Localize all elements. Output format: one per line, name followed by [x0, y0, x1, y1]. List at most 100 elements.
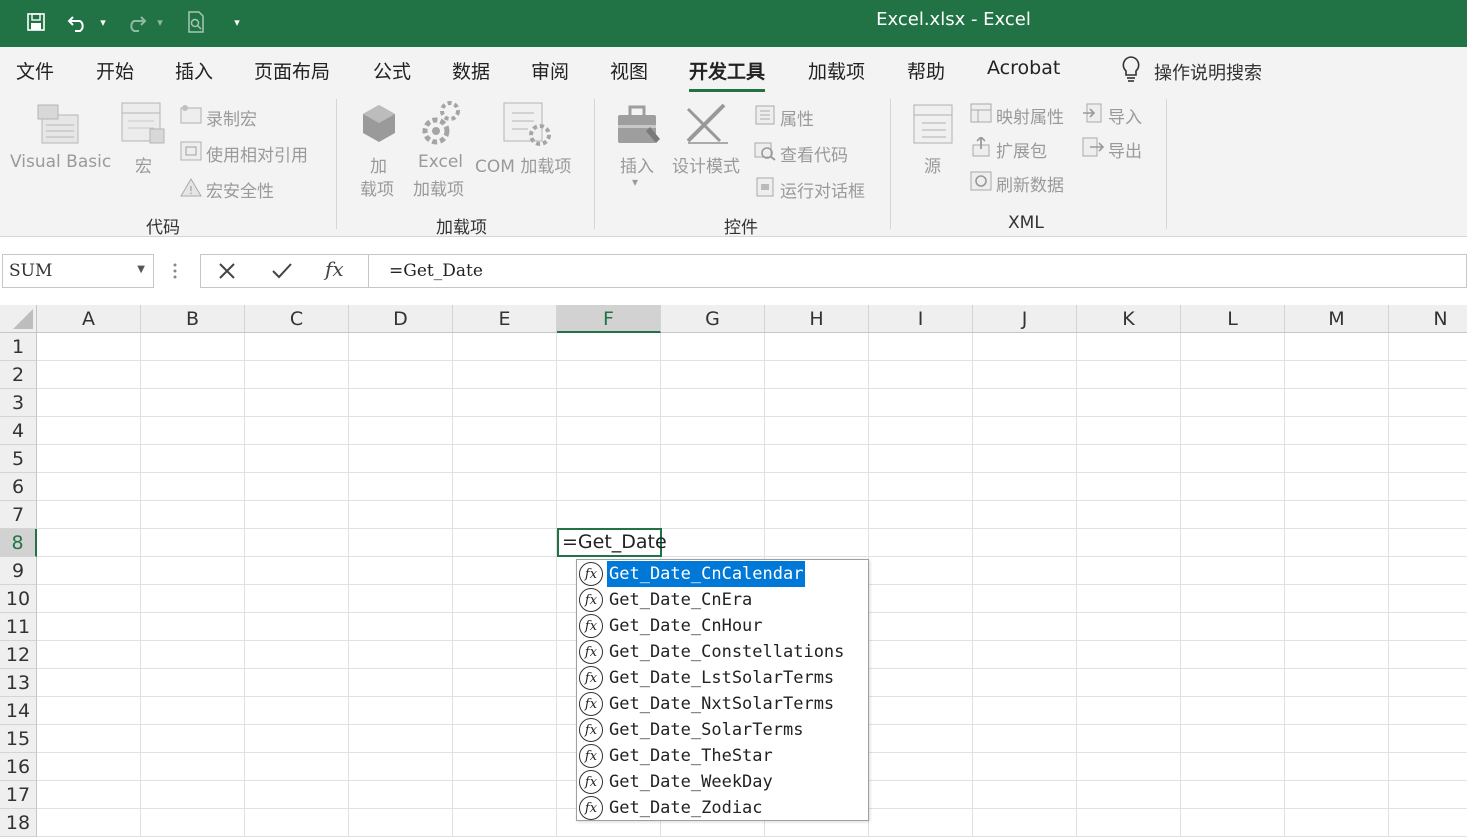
- run-dialog-button[interactable]: 运行对话框: [780, 177, 865, 202]
- ribbon-separator: [336, 99, 337, 229]
- tab-file[interactable]: 文件: [16, 57, 54, 84]
- function-autocomplete-list[interactable]: fx Get_Date_CnCalendar fx Get_Date_CnEra fx G…: [576, 559, 869, 821]
- tab-review[interactable]: 审阅: [531, 57, 569, 84]
- addins-button-line2[interactable]: 载项: [360, 175, 394, 200]
- column-header-j[interactable]: J: [973, 305, 1077, 333]
- autocomplete-item[interactable]: fx Get_Date_Zodiac: [579, 795, 868, 821]
- active-cell[interactable]: =Get_Date: [557, 528, 667, 557]
- insert-control-dropdown-icon[interactable]: ▾: [632, 175, 638, 189]
- visual-basic-button[interactable]: Visual Basic: [10, 152, 111, 172]
- warning-icon: !: [180, 177, 202, 201]
- import-icon: [1082, 103, 1104, 127]
- autocomplete-item[interactable]: fx Get_Date_WeekDay: [579, 769, 868, 795]
- row-header-13[interactable]: 13: [0, 669, 37, 697]
- tab-data[interactable]: 数据: [452, 57, 490, 84]
- refresh-data-icon: [970, 171, 992, 195]
- properties-button[interactable]: 属性: [780, 105, 814, 130]
- tab-view[interactable]: 视图: [610, 57, 648, 84]
- relative-reference-button[interactable]: 使用相对引用: [206, 141, 308, 166]
- row-header-7[interactable]: 7: [0, 501, 37, 529]
- row-header-18[interactable]: 18: [0, 809, 37, 837]
- row-header-15[interactable]: 15: [0, 725, 37, 753]
- cancel-icon[interactable]: [217, 261, 237, 285]
- export-button[interactable]: 导出: [1108, 137, 1142, 162]
- column-header-d[interactable]: D: [349, 305, 453, 333]
- macro-security-button[interactable]: 宏安全性: [206, 177, 274, 202]
- autocomplete-item-label: Get_Date_SolarTerms: [609, 720, 804, 740]
- worksheet-grid[interactable]: ABCDEFGHIJKLMN 1 2 3 4 5 6 7 8 9 10 11 12 13 14 15 16 17…: [0, 305, 1467, 837]
- formula-input[interactable]: =Get_Date: [368, 254, 1467, 288]
- expansion-packs-button[interactable]: 扩展包: [996, 137, 1047, 162]
- autocomplete-item[interactable]: fx Get_Date_CnCalendar: [579, 561, 868, 587]
- xml-source-button[interactable]: 源: [924, 152, 941, 177]
- name-box[interactable]: SUM ▼: [2, 254, 154, 288]
- autocomplete-item[interactable]: fx Get_Date_NxtSolarTerms: [579, 691, 868, 717]
- excel-addins-button-line2[interactable]: 加载项: [413, 175, 464, 200]
- window-title: Excel.xlsx - Excel: [876, 9, 1031, 30]
- autocomplete-item[interactable]: fx Get_Date_Constellations: [579, 639, 868, 665]
- formula-bar-grip-icon[interactable]: [172, 262, 178, 280]
- row-header-3[interactable]: 3: [0, 389, 37, 417]
- row-header-4[interactable]: 4: [0, 417, 37, 445]
- tab-formulas[interactable]: 公式: [373, 57, 411, 84]
- autocomplete-item[interactable]: fx Get_Date_SolarTerms: [579, 717, 868, 743]
- column-header-i[interactable]: I: [869, 305, 973, 333]
- addins-button-line1[interactable]: 加: [370, 152, 387, 177]
- column-header-a[interactable]: A: [37, 305, 141, 333]
- row-header-9[interactable]: 9: [0, 557, 37, 585]
- view-code-button[interactable]: 查看代码: [780, 141, 848, 166]
- map-properties-button[interactable]: 映射属性: [996, 103, 1064, 128]
- row-header-6[interactable]: 6: [0, 473, 37, 501]
- column-header-b[interactable]: B: [141, 305, 245, 333]
- record-macro-button[interactable]: 录制宏: [206, 105, 257, 130]
- design-mode-button[interactable]: 设计模式: [672, 152, 740, 177]
- grid-column-line: [452, 333, 453, 837]
- column-header-l[interactable]: L: [1181, 305, 1285, 333]
- row-header-5[interactable]: 5: [0, 445, 37, 473]
- row-header-14[interactable]: 14: [0, 697, 37, 725]
- column-header-g[interactable]: G: [661, 305, 765, 333]
- row-header-10[interactable]: 10: [0, 585, 37, 613]
- column-header-m[interactable]: M: [1285, 305, 1389, 333]
- insert-control-button[interactable]: 插入: [620, 152, 654, 177]
- refresh-data-button[interactable]: 刷新数据: [996, 171, 1064, 196]
- row-header-12[interactable]: 12: [0, 641, 37, 669]
- import-button[interactable]: 导入: [1108, 103, 1142, 128]
- group-label-code: 代码: [146, 218, 180, 238]
- tab-addins[interactable]: 加载项: [808, 57, 865, 84]
- column-header-c[interactable]: C: [245, 305, 349, 333]
- tab-home[interactable]: 开始: [96, 57, 134, 84]
- excel-addins-button-line1[interactable]: Excel: [418, 152, 463, 172]
- tab-page-layout[interactable]: 页面布局: [254, 57, 330, 84]
- select-all-button[interactable]: [0, 305, 37, 333]
- enter-check-icon[interactable]: [271, 261, 293, 285]
- row-header-8[interactable]: 8: [0, 529, 37, 557]
- autocomplete-item[interactable]: fx Get_Date_CnHour: [579, 613, 868, 639]
- column-header-h[interactable]: H: [765, 305, 869, 333]
- com-addins-button[interactable]: COM 加载项: [475, 152, 571, 177]
- formula-buttons: fx: [200, 254, 368, 288]
- insert-function-icon[interactable]: fx: [325, 257, 344, 281]
- autocomplete-item[interactable]: fx Get_Date_LstSolarTerms: [579, 665, 868, 691]
- column-header-n[interactable]: N: [1389, 305, 1467, 333]
- row-header-17[interactable]: 17: [0, 781, 37, 809]
- row-header-16[interactable]: 16: [0, 753, 37, 781]
- tell-me-search[interactable]: 操作说明搜索: [1120, 55, 1262, 88]
- tab-insert[interactable]: 插入: [175, 57, 213, 84]
- row-header-2[interactable]: 2: [0, 361, 37, 389]
- autocomplete-item[interactable]: fx Get_Date_TheStar: [579, 743, 868, 769]
- tab-help[interactable]: 帮助: [907, 57, 945, 84]
- tab-developer[interactable]: 开发工具: [689, 57, 766, 92]
- tab-acrobat[interactable]: Acrobat: [987, 57, 1060, 79]
- name-box-dropdown-icon[interactable]: ▼: [137, 264, 145, 275]
- run-dialog-icon: [754, 177, 776, 201]
- column-header-k[interactable]: K: [1077, 305, 1181, 333]
- function-icon: fx: [579, 588, 603, 612]
- row-header-1[interactable]: 1: [0, 333, 37, 361]
- column-header-e[interactable]: E: [453, 305, 557, 333]
- macros-button[interactable]: 宏: [135, 152, 152, 177]
- column-header-f[interactable]: F: [557, 305, 661, 333]
- row-header-11[interactable]: 11: [0, 613, 37, 641]
- autocomplete-item-label: Get_Date_WeekDay: [609, 772, 773, 792]
- autocomplete-item[interactable]: fx Get_Date_CnEra: [579, 587, 868, 613]
